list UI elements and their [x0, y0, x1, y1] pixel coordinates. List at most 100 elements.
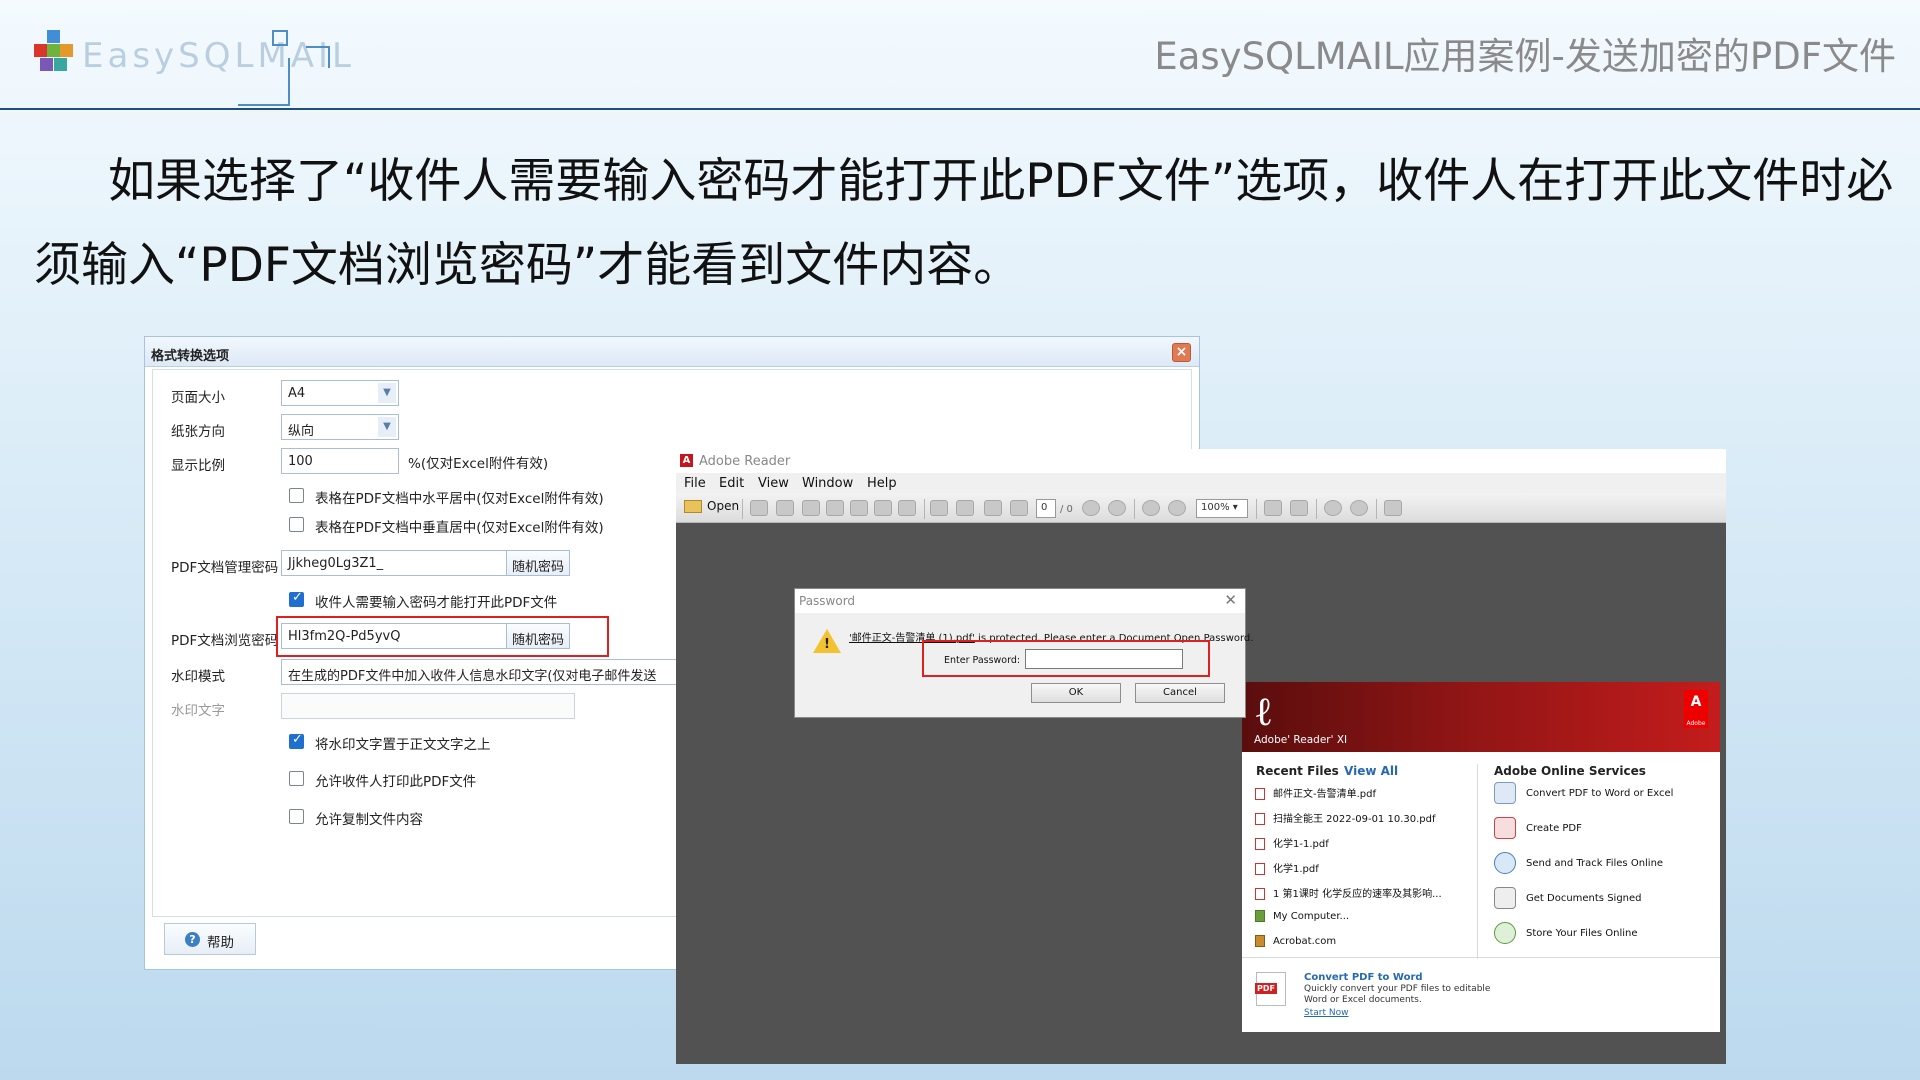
rotate-icon[interactable] — [1082, 500, 1100, 516]
admin-password-input[interactable]: Jjkheg0Lg3Z1_ — [281, 550, 507, 576]
export-pdf-icon[interactable] — [776, 500, 794, 516]
password-dialog: Password ✕ ! '邮件正文-告警清单 (1).pdf' is prot… — [794, 588, 1253, 718]
save-icon[interactable] — [850, 500, 868, 516]
create-pdf-icon[interactable] — [750, 500, 768, 516]
require-password-checkbox[interactable] — [289, 590, 304, 607]
comment-icon[interactable] — [1324, 500, 1342, 516]
page-number-input[interactable]: 0 — [1036, 499, 1056, 518]
scale-input[interactable]: 100 — [281, 448, 399, 474]
logo-frame-icon — [238, 30, 352, 106]
my-computer-item[interactable]: My Computer... — [1255, 910, 1349, 922]
previous-page-icon[interactable] — [956, 500, 974, 516]
menu-file[interactable]: File — [684, 476, 706, 491]
adobe-brand-logo: A Adobe — [1684, 690, 1708, 728]
ok-button[interactable]: OK — [1031, 683, 1121, 703]
watermark-mode-value: 在生成的PDF文件中加入收件人信息水印文字(仅对电子邮件发送 — [288, 669, 657, 684]
admin-random-password-button[interactable]: 随机密码 — [506, 550, 571, 576]
zoom-value: 100% — [1201, 502, 1230, 513]
orientation-value: 纵向 — [288, 424, 315, 439]
center-horizontal-checkbox[interactable] — [289, 488, 304, 503]
close-icon[interactable]: ✕ — [1224, 591, 1237, 609]
recent-file-item[interactable]: 邮件正文-告警清单.pdf — [1255, 785, 1376, 800]
service-label: Send and Track Files Online — [1526, 858, 1664, 869]
menu-window[interactable]: Window — [802, 476, 853, 491]
chevron-down-icon: ▼ — [378, 417, 396, 437]
toolbar-separator — [924, 499, 925, 519]
fullscreen-icon[interactable] — [1384, 500, 1402, 516]
view-password-label: PDF文档浏览密码 — [171, 633, 279, 649]
next-page-icon[interactable] — [984, 500, 1002, 516]
body-paragraph: 如果选择了“收件人需要输入密码才能打开此PDF文件”选项，收件人在打开此文件时必… — [34, 154, 1894, 293]
admin-password-value: Jjkheg0Lg3Z1_ — [288, 556, 384, 571]
service-send-track[interactable]: Send and Track Files Online — [1494, 852, 1663, 874]
toolbar-separator — [1256, 499, 1257, 519]
fit-width-icon[interactable] — [1290, 500, 1308, 516]
admin-password-label: PDF文档管理密码 — [171, 560, 279, 576]
promo-icon-text: PDF — [1255, 983, 1277, 994]
fit-page-icon[interactable] — [1264, 500, 1282, 516]
watermark-above-label: 将水印文字置于正文文字之上 — [315, 737, 491, 753]
recent-file-name: Acrobat.com — [1273, 936, 1337, 947]
print-icon[interactable] — [874, 500, 892, 516]
rotate-right-icon[interactable] — [1108, 500, 1126, 516]
start-now-link[interactable]: Start Now — [1304, 1008, 1348, 1018]
promo-description: Quickly convert your PDF files to editab… — [1304, 984, 1491, 1005]
menu-edit[interactable]: Edit — [719, 476, 744, 491]
watermark-above-checkbox[interactable] — [289, 732, 304, 749]
center-vertical-checkbox[interactable] — [289, 517, 304, 532]
close-icon[interactable]: × — [1172, 343, 1191, 362]
zoom-in-icon[interactable] — [1168, 500, 1186, 516]
help-button[interactable]: ? 帮助 — [164, 923, 256, 955]
toolbar-separator — [1134, 499, 1135, 519]
welcome-divider — [1477, 764, 1478, 959]
orientation-select[interactable]: 纵向 ▼ — [281, 414, 399, 440]
recent-file-item[interactable]: 化学1.pdf — [1255, 860, 1319, 875]
open-button-label: Open — [707, 499, 740, 513]
allow-print-label: 允许收件人打印此PDF文件 — [315, 774, 477, 790]
page-size-select[interactable]: A4 ▼ — [281, 380, 399, 406]
password-dialog-title: Password — [799, 594, 856, 608]
open-button[interactable]: Open — [684, 499, 739, 513]
allow-copy-label: 允许复制文件内容 — [315, 812, 423, 828]
slide-title: EasySQLMAIL应用案例-发送加密的PDF文件 — [1154, 35, 1896, 78]
menu-help[interactable]: Help — [867, 476, 897, 491]
service-label: Store Your Files Online — [1526, 928, 1638, 939]
zoom-out-icon[interactable] — [1142, 500, 1160, 516]
acrobat-com-item[interactable]: Acrobat.com — [1255, 935, 1336, 947]
cloud-icon[interactable] — [826, 500, 844, 516]
sign-icon[interactable] — [1350, 500, 1368, 516]
recent-file-name: My Computer... — [1273, 911, 1350, 922]
product-name: Adobe' Reader' XI — [1254, 734, 1348, 746]
acrobat-swirl-icon: ℓ — [1254, 689, 1274, 735]
promo-title[interactable]: Convert PDF to Word — [1304, 972, 1423, 983]
email-icon[interactable] — [898, 500, 916, 516]
allow-print-checkbox[interactable] — [289, 771, 304, 786]
watermark-mode-select[interactable]: 在生成的PDF文件中加入收件人信息水印文字(仅对电子邮件发送 — [281, 659, 701, 685]
first-page-icon[interactable] — [930, 500, 948, 516]
recent-file-name: 邮件正文-告警清单.pdf — [1273, 789, 1377, 800]
view-all-link[interactable]: View All — [1344, 764, 1398, 778]
service-get-signed[interactable]: Get Documents Signed — [1494, 887, 1642, 909]
cloud-upload-icon — [1494, 922, 1516, 944]
toolbar-separator — [1376, 499, 1377, 519]
menu-view[interactable]: View — [758, 476, 789, 491]
last-page-icon[interactable] — [1010, 500, 1028, 516]
zoom-select[interactable]: 100% ▾ — [1196, 499, 1248, 518]
service-store-files[interactable]: Store Your Files Online — [1494, 922, 1638, 944]
allow-copy-checkbox[interactable] — [289, 809, 304, 824]
cancel-button[interactable]: Cancel — [1135, 683, 1225, 703]
watermark-text-label: 水印文字 — [171, 703, 225, 719]
service-convert[interactable]: Convert PDF to Word or Excel — [1494, 782, 1673, 804]
scale-suffix: %(仅对Excel附件有效) — [408, 456, 549, 472]
header-divider — [0, 108, 1920, 110]
create-pdf-icon — [1494, 817, 1516, 839]
edit-icon[interactable] — [802, 500, 820, 516]
center-horizontal-label: 表格在PDF文档中水平居中(仅对Excel附件有效) — [315, 491, 604, 507]
service-create-pdf[interactable]: Create PDF — [1494, 817, 1582, 839]
recent-file-item[interactable]: 1 第1课时 化学反应的速率及其影响... — [1255, 885, 1442, 900]
recent-file-item[interactable]: 化学1-1.pdf — [1255, 835, 1329, 850]
recent-file-name: 化学1-1.pdf — [1273, 839, 1329, 850]
recent-file-item[interactable]: 扫描全能王 2022-09-01 10.30.pdf — [1255, 810, 1436, 825]
watermark-text-input[interactable] — [281, 693, 575, 719]
reader-toolbar: Open 0 / 0 100% ▾ — [676, 493, 1726, 523]
